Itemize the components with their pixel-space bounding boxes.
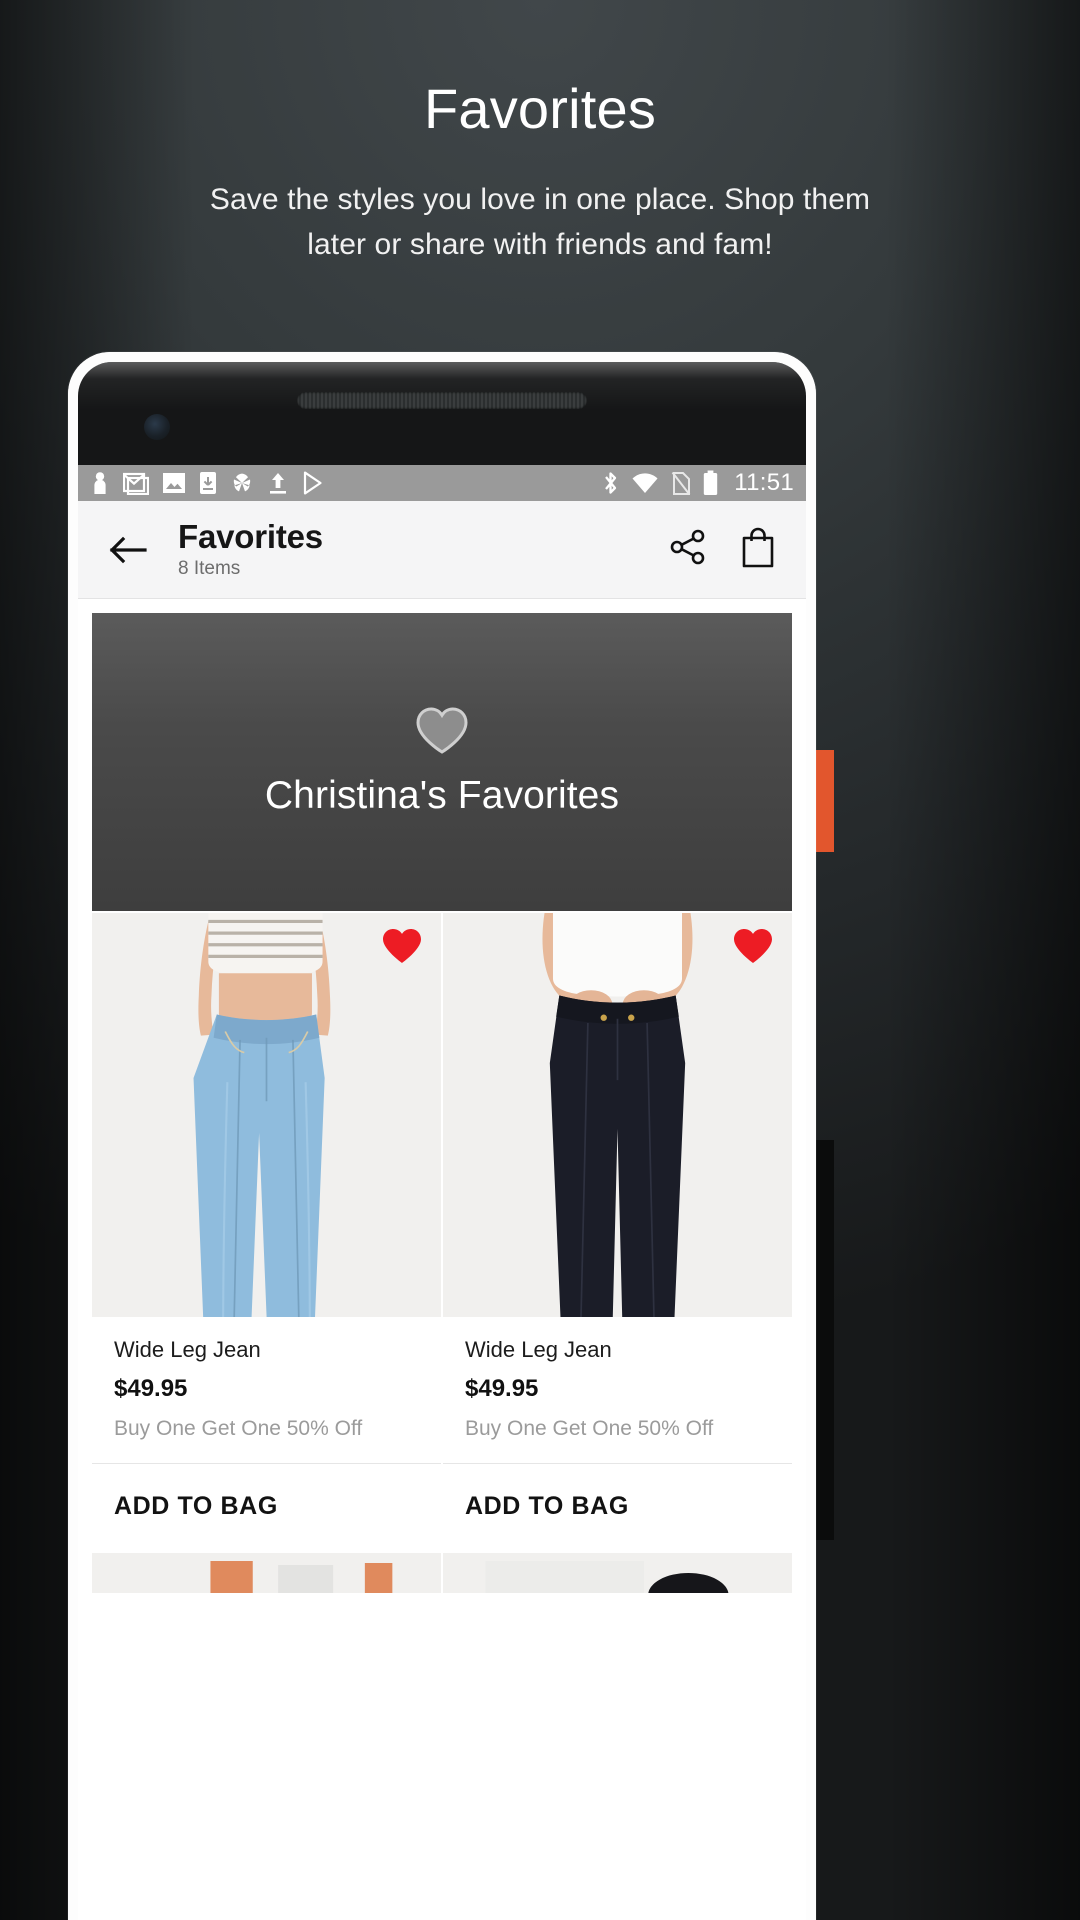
earpiece-speaker-icon <box>297 392 587 409</box>
status-bar: 11:51 <box>78 465 806 501</box>
next-products-row[interactable] <box>78 1553 806 1593</box>
share-button[interactable] <box>668 527 708 572</box>
product-name: Wide Leg Jean <box>465 1337 612 1362</box>
phone-bezel: 11:51 Favorites 8 Items Christina's Favo… <box>78 362 806 1920</box>
bezel-gloss <box>78 362 806 482</box>
status-time: 11:51 <box>734 469 794 496</box>
front-camera-icon <box>144 414 170 440</box>
favorite-heart-button[interactable] <box>732 927 774 970</box>
wifi-icon <box>632 473 658 493</box>
item-count: 8 Items <box>178 558 241 580</box>
page-title: Favorites <box>178 517 323 555</box>
gmail-icon <box>123 472 149 495</box>
product-info: Wide Leg Jean $49.95 Buy One Get One 50%… <box>443 1317 792 1464</box>
upload-icon <box>270 473 286 494</box>
product-image[interactable] <box>443 913 792 1317</box>
shopping-bag-icon <box>742 527 774 568</box>
product-promo: Buy One Get One 50% Off <box>114 1417 363 1440</box>
photos-icon <box>163 473 185 493</box>
product-photo-peek <box>443 1553 792 1593</box>
status-bar-left-icons <box>90 471 592 495</box>
product-photo-light-wash-jean <box>92 913 441 1317</box>
product-info: Wide Leg Jean $49.95 Buy One Get One 50%… <box>92 1317 441 1464</box>
sim-off-icon <box>671 471 691 495</box>
favorites-hero-banner: Christina's Favorites <box>92 613 792 911</box>
back-button[interactable] <box>100 535 156 565</box>
product-photo-peek <box>92 1553 441 1593</box>
product-price: $49.95 <box>114 1375 188 1402</box>
phone-outer-frame: 11:51 Favorites 8 Items Christina's Favo… <box>68 352 816 1920</box>
product-grid: Wide Leg Jean $49.95 Buy One Get One 50%… <box>78 913 806 1551</box>
promo-subtitle: Save the styles you love in one place. S… <box>209 182 871 261</box>
heart-filled-icon <box>383 929 421 963</box>
download-icon <box>200 472 216 494</box>
favorite-heart-button[interactable] <box>381 927 423 970</box>
product-name: Wide Leg Jean <box>114 1337 261 1362</box>
heart-outline-icon <box>416 707 468 754</box>
play-store-icon <box>303 471 322 495</box>
phone-screen: 11:51 Favorites 8 Items Christina's Favo… <box>78 465 806 1920</box>
product-card[interactable]: Wide Leg Jean $49.95 Buy One Get One 50%… <box>92 913 441 1551</box>
shopping-bag-button[interactable] <box>738 525 778 574</box>
pinwheel-icon <box>233 473 251 492</box>
hero-title: Christina's Favorites <box>264 774 620 817</box>
share-icon <box>670 529 705 565</box>
product-price: $49.95 <box>465 1375 539 1402</box>
promo-title: Favorites <box>423 77 657 140</box>
heart-filled-icon <box>734 929 772 963</box>
app-bar: Favorites 8 Items <box>78 501 806 599</box>
product-card[interactable]: Wide Leg Jean $49.95 Buy One Get One 50%… <box>443 913 792 1551</box>
status-bar-right-icons: 11:51 <box>602 469 794 497</box>
back-arrow-icon <box>109 536 147 563</box>
product-card-peek[interactable] <box>92 1553 441 1593</box>
product-card-peek[interactable] <box>443 1553 792 1593</box>
app-bar-actions <box>668 525 784 574</box>
app-bar-titles: Favorites 8 Items <box>178 517 668 581</box>
product-image[interactable] <box>92 913 441 1317</box>
bluetooth-icon <box>605 472 617 494</box>
product-photo-dark-wash-jean <box>443 913 792 1317</box>
battery-icon <box>704 470 718 495</box>
add-to-bag-button[interactable]: ADD TO BAG <box>92 1464 441 1551</box>
promo-text-block: Favorites Save the styles you love in on… <box>0 77 1080 267</box>
product-promo: Buy One Get One 50% Off <box>465 1417 714 1440</box>
contact-icon <box>94 472 106 494</box>
add-to-bag-button[interactable]: ADD TO BAG <box>443 1464 792 1551</box>
phone-mockup: 11:51 Favorites 8 Items Christina's Favo… <box>68 352 816 1920</box>
